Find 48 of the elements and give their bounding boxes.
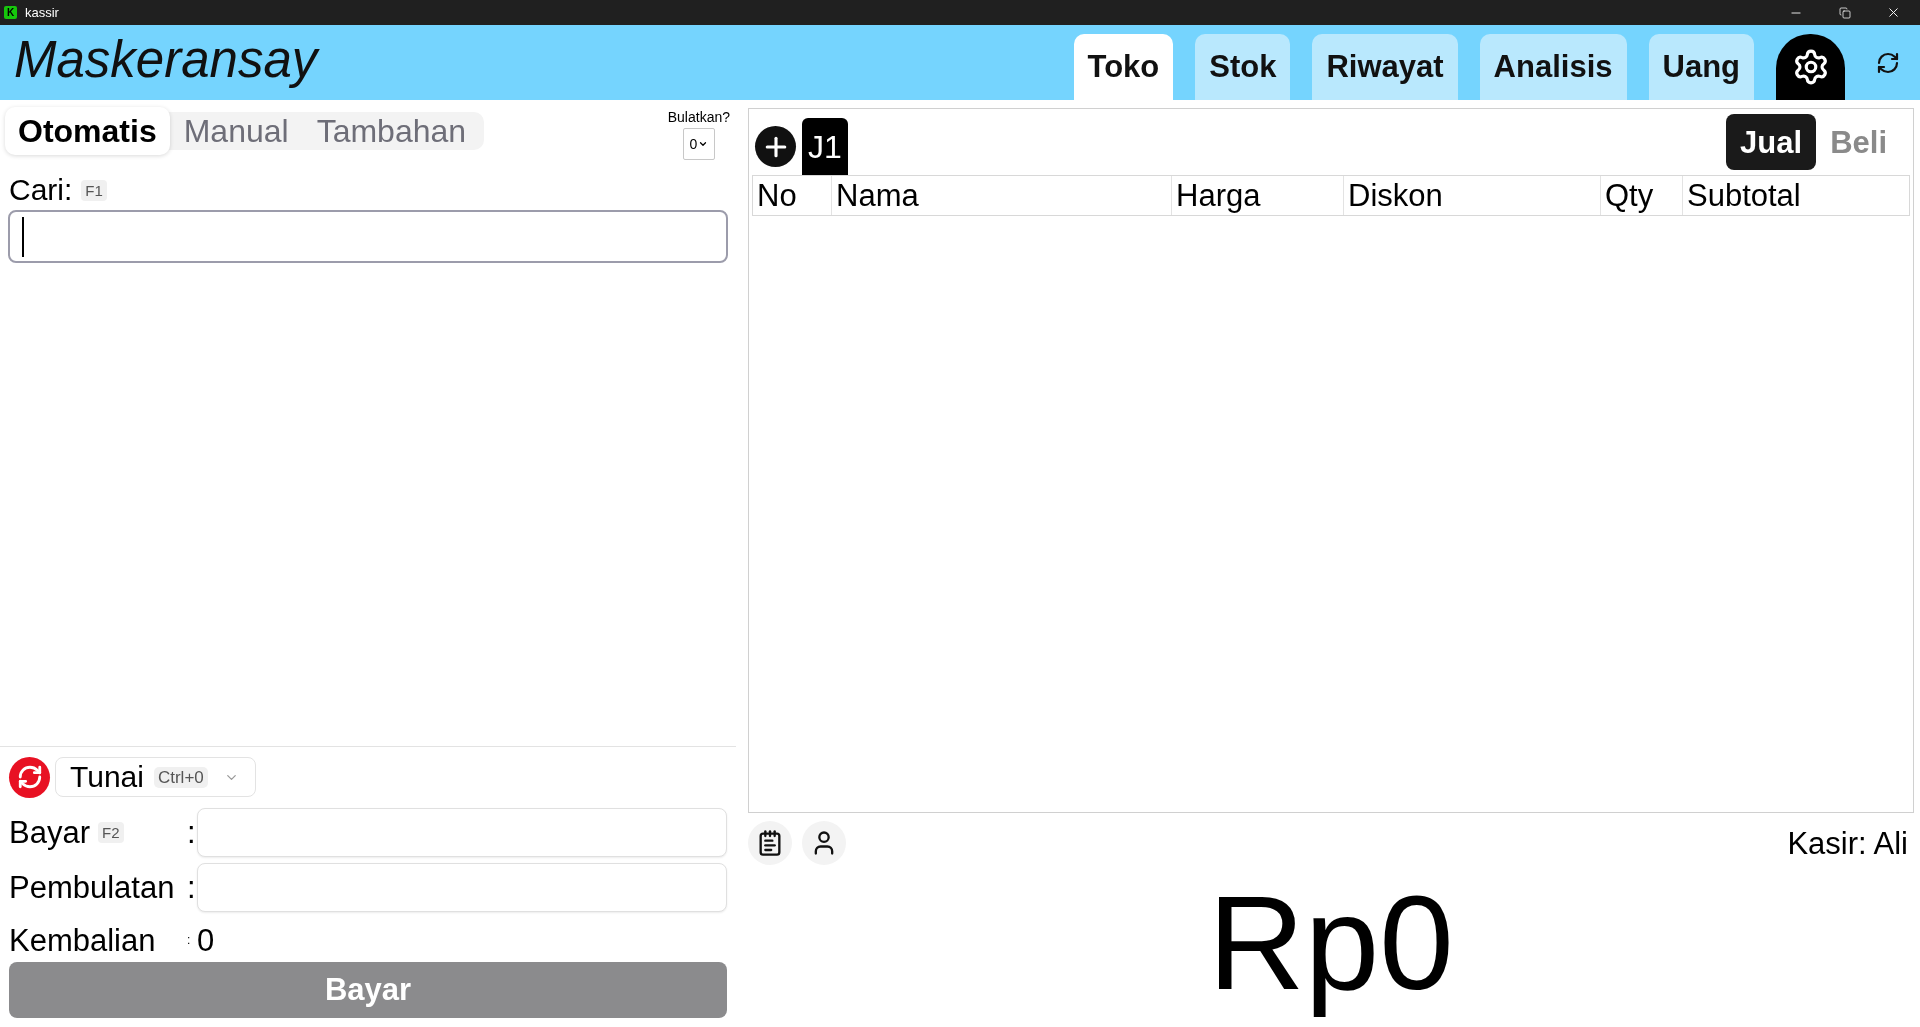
nav-tab[interactable]: Riwayat [1312,34,1458,100]
column-header: Nama [831,176,1171,215]
refresh-icon[interactable] [1876,50,1900,75]
column-header: Harga [1171,176,1343,215]
input-field[interactable] [197,863,727,912]
column-header: Qty [1600,176,1682,215]
nav-tab[interactable]: Analisis [1479,34,1627,100]
rounding-label: Bulatkan? [667,109,730,125]
column-header: Diskon [1343,176,1600,215]
total-amount: Rp0 [1208,866,1454,1019]
nav-tab[interactable]: Toko [1073,34,1174,100]
add-tab-button[interactable] [755,126,796,167]
input-field[interactable] [197,808,727,857]
cart-tab[interactable]: J1 [802,118,848,175]
label-colon: : [187,817,197,848]
chevron-icon [698,139,709,149]
mode-tab[interactable]: Tambahan [302,112,481,150]
shortcut-badge: Ctrl+0 [153,766,208,788]
change-value: 0 [197,924,216,956]
shortcut-badge: F2 [98,822,124,843]
window-title: kassir [25,6,59,19]
refresh-icon [16,764,43,790]
restore-icon[interactable] [1838,6,1851,19]
search-label: Cari: [9,172,73,208]
label-colon: : [187,872,197,903]
field-label: Bayar [9,817,90,848]
customer-button[interactable] [802,821,846,866]
notes-button[interactable] [748,821,792,866]
settings-tab[interactable] [1776,34,1845,100]
nav-tab[interactable]: Stok [1195,34,1291,100]
payment-method-dropdown[interactable]: Tunai Ctrl+0 [55,757,256,797]
refresh-button[interactable] [9,756,50,798]
field-label: Kembalian [9,924,157,956]
text-cursor [22,216,24,257]
mode-toggle[interactable]: Jual [1726,114,1817,170]
close-icon[interactable] [1886,5,1901,20]
label-colon: : [187,934,192,946]
app-logo: K [4,6,17,19]
column-header: No [756,177,798,215]
search-field[interactable] [8,210,728,263]
nav-tab[interactable]: Uang [1648,34,1754,100]
field-label: Pembulatan [9,872,175,903]
shortcut-badge: F1 [81,179,107,201]
cashier-name: Kasir: Ali [1787,827,1909,859]
rounding-select[interactable]: 0 [682,128,715,160]
mode-tab[interactable]: Manual [169,112,303,150]
mode-tab[interactable]: Otomatis [5,107,170,155]
column-header: Subtotal [1682,176,1909,215]
